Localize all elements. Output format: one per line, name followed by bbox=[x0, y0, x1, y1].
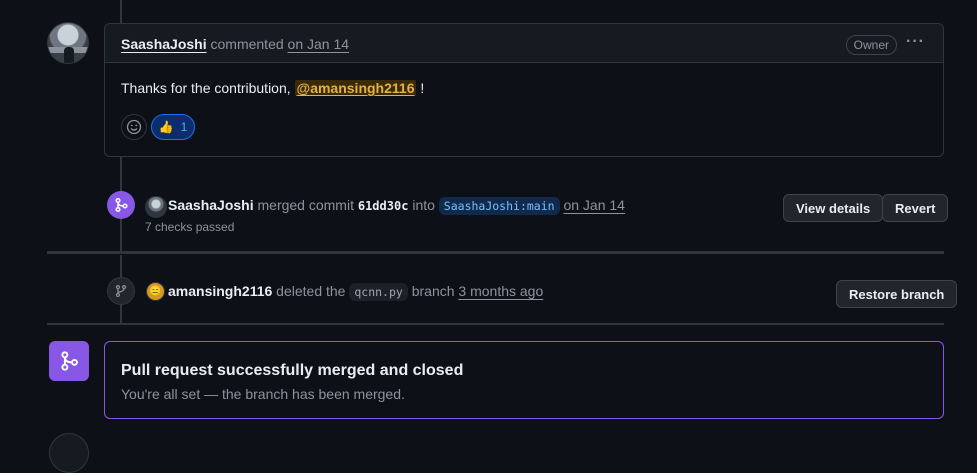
target-branch[interactable]: SaashaJoshi:main bbox=[438, 197, 560, 215]
merge-event-text: SaashaJoshi merged commit 61dd30c into S… bbox=[168, 197, 625, 215]
commit-sha[interactable]: 61dd30c bbox=[358, 199, 409, 213]
merge-actor[interactable]: SaashaJoshi bbox=[168, 197, 254, 213]
comment-text: Thanks for the contribution, bbox=[121, 80, 291, 96]
merge-action: merged commit bbox=[257, 197, 354, 213]
timeline-divider bbox=[47, 251, 944, 254]
comment-action: commented bbox=[210, 36, 284, 52]
merge-icon bbox=[107, 191, 135, 219]
comment-text-end: ! bbox=[420, 80, 425, 96]
avatar[interactable] bbox=[47, 22, 89, 64]
kebab-menu-icon[interactable]: ··· bbox=[906, 33, 925, 51]
merged-title: Pull request successfully merged and clo… bbox=[121, 362, 464, 379]
timeline-line bbox=[120, 0, 122, 23]
deleted-branch: qcnn.py bbox=[349, 283, 408, 301]
thumbs-up-icon: 👍 bbox=[158, 120, 174, 134]
avatar[interactable]: 😑 bbox=[146, 282, 165, 301]
reaction-count: 1 bbox=[180, 120, 188, 134]
checks-status[interactable]: 7 checks passed bbox=[145, 220, 234, 234]
add-reaction-button[interactable] bbox=[121, 114, 147, 140]
revert-button[interactable]: Revert bbox=[882, 194, 949, 222]
smiley-icon bbox=[126, 119, 142, 135]
into-label: into bbox=[412, 197, 435, 213]
timeline-divider bbox=[47, 323, 944, 325]
user-mention[interactable]: @amansingh2116 bbox=[294, 80, 417, 96]
delete-date[interactable]: 3 months ago bbox=[458, 283, 543, 299]
comment-date[interactable]: on Jan 14 bbox=[288, 36, 350, 52]
comment-card: SaashaJoshi commented on Jan 14 Owner ··… bbox=[104, 23, 944, 157]
thumbs-up-reaction[interactable]: 👍 1 bbox=[151, 114, 195, 140]
view-details-button[interactable]: View details bbox=[783, 194, 884, 222]
merged-subtitle: You're all set — the branch has been mer… bbox=[121, 386, 405, 402]
branch-label: branch bbox=[411, 283, 455, 299]
delete-actor[interactable]: amansingh2116 bbox=[168, 283, 272, 299]
comment-author[interactable]: SaashaJoshi bbox=[121, 36, 207, 52]
merged-status-icon bbox=[49, 341, 89, 381]
restore-branch-button[interactable]: Restore branch bbox=[836, 280, 958, 308]
branch-icon bbox=[107, 277, 135, 305]
merge-date[interactable]: on Jan 14 bbox=[563, 197, 625, 213]
delete-action: deleted the bbox=[276, 283, 346, 299]
merged-status-box: Pull request successfully merged and clo… bbox=[104, 341, 944, 419]
comment-body: Thanks for the contribution, @amansingh2… bbox=[121, 80, 424, 96]
avatar[interactable] bbox=[49, 433, 89, 473]
owner-badge: Owner bbox=[845, 35, 897, 55]
avatar[interactable] bbox=[145, 196, 167, 218]
delete-event-text: amansingh2116 deleted the qcnn.py branch… bbox=[168, 283, 543, 301]
comment-header: SaashaJoshi commented on Jan 14 Owner ··… bbox=[105, 24, 943, 63]
